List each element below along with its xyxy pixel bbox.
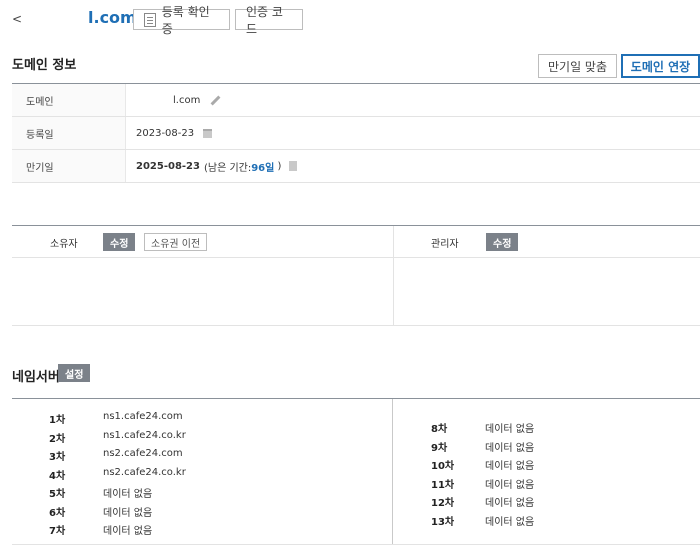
trash-icon[interactable] [289, 161, 298, 171]
back-button[interactable]: < [12, 12, 22, 26]
owner-edit-label: 수정 [110, 238, 129, 250]
registration-date-value: 2023-08-23 [136, 127, 195, 139]
contacts-table: 소유자 수정 소유권 이전 관리자 수정 [12, 225, 700, 326]
contacts-bottom-border [12, 325, 700, 326]
domain-info-table: 도메인 l.com 등록일 2023-08-23 만기일 2025-08-23 … [12, 83, 700, 183]
nameserver-value: ns1.cafe24.com [103, 411, 183, 422]
registration-date-row: 등록일 2023-08-23 [12, 117, 700, 150]
auth-code-button[interactable]: 인증 코드 [235, 5, 303, 36]
nameserver-row: 4차 ns2.cafe24.co.kr [49, 467, 186, 482]
domain-title: l.com [88, 8, 137, 27]
remaining-suffix: ) [277, 160, 282, 172]
nameserver-row: 13차 데이터 없음 [431, 513, 534, 528]
domain-value: l.com [173, 94, 201, 106]
expiry-date-label: 만기일 [12, 150, 126, 182]
nameserver-row: 9차 데이터 없음 [431, 439, 534, 454]
nameserver-table: 1차 ns1.cafe24.com 2차 ns1.cafe24.co.kr 3차 ns2.… [12, 398, 700, 545]
expiry-date-row: 만기일 2025-08-23 (남은 기간: 96일 ) [12, 150, 700, 183]
nameserver-row: 1차 ns1.cafe24.com [49, 411, 183, 426]
nameserver-setting-button[interactable]: 설정 [58, 364, 91, 382]
domain-label: 도메인 [12, 84, 126, 116]
registration-certificate-label: 등록 확인증 [161, 4, 210, 36]
auth-code-label: 인증 코드 [246, 4, 283, 36]
domain-row: 도메인 l.com [12, 84, 700, 117]
calendar-icon [203, 128, 213, 138]
nameserver-row: 3차 ns2.cafe24.com [49, 448, 183, 463]
nameserver-row: 5차 데이터 없음 [49, 485, 152, 500]
nameserver-setting-label: 설정 [65, 369, 84, 381]
nameserver-value: 데이터 없음 [103, 489, 153, 500]
owner-label: 소유자 [50, 239, 78, 250]
match-expiry-button[interactable]: 만기일 맞춤 [538, 54, 617, 78]
owner-transfer-label: 소유권 이전 [151, 238, 201, 250]
expiry-date-value: 2025-08-23 [136, 160, 200, 172]
nameserver-order: 3차 [49, 452, 66, 463]
nameserver-order: 7차 [49, 526, 66, 537]
nameserver-value: 데이터 없음 [485, 479, 535, 491]
nameserver-order: 6차 [49, 507, 66, 519]
owner-transfer-button[interactable]: 소유권 이전 [144, 233, 208, 251]
nameserver-row: 12차 데이터 없음 [431, 494, 534, 509]
nameserver-order: 11차 [431, 479, 455, 491]
nameserver-divider [392, 399, 393, 544]
nameserver-order: 2차 [49, 433, 66, 445]
document-icon [144, 12, 156, 27]
nameserver-row: 7차 데이터 없음 [49, 522, 152, 537]
extend-domain-label: 도메인 연장 [630, 59, 691, 74]
nameserver-value: 데이터 없음 [485, 424, 535, 435]
nameserver-value: ns2.cafe24.co.kr [103, 466, 186, 478]
nameserver-order: 10차 [431, 461, 455, 472]
nameserver-value: 데이터 없음 [103, 526, 153, 537]
nameserver-value: ns2.cafe24.com [103, 448, 183, 459]
domain-info-title: 도메인 정보 [12, 58, 77, 73]
nameserver-title: 네임서버 [12, 370, 60, 385]
admin-label: 관리자 [431, 239, 459, 250]
nameserver-order: 12차 [431, 498, 455, 509]
nameserver-value: 데이터 없음 [485, 461, 535, 472]
nameserver-value: 데이터 없음 [103, 507, 153, 519]
nameserver-row: 8차 데이터 없음 [431, 420, 534, 435]
nameserver-order: 9차 [431, 442, 448, 454]
pencil-icon[interactable] [210, 95, 221, 105]
contacts-header: 소유자 수정 소유권 이전 관리자 수정 [12, 226, 700, 258]
nameserver-value: ns1.cafe24.co.kr [103, 429, 186, 441]
nameserver-order: 5차 [49, 489, 66, 500]
registration-date-label: 등록일 [12, 117, 126, 149]
nameserver-row: 10차 데이터 없음 [431, 457, 534, 472]
admin-edit-label: 수정 [493, 238, 512, 250]
nameserver-row: 6차 데이터 없음 [49, 504, 152, 519]
admin-edit-button[interactable]: 수정 [486, 233, 519, 251]
nameserver-order: 13차 [431, 516, 455, 528]
nameserver-order: 8차 [431, 424, 448, 435]
header-bar: < l.com 등록 확인증 인증 코드 [0, 0, 700, 40]
nameserver-order: 4차 [49, 470, 66, 482]
extend-domain-button[interactable]: 도메인 연장 [621, 54, 700, 78]
owner-edit-button[interactable]: 수정 [103, 233, 136, 251]
remaining-days: 96일 [251, 162, 275, 174]
nameserver-row: 11차 데이터 없음 [431, 476, 534, 491]
registration-certificate-button[interactable]: 등록 확인증 [133, 5, 230, 36]
match-expiry-label: 만기일 맞춤 [547, 59, 607, 74]
nameserver-value: 데이터 없음 [485, 498, 535, 509]
nameserver-order: 1차 [49, 415, 66, 426]
nameserver-value: 데이터 없음 [485, 442, 535, 454]
nameserver-value: 데이터 없음 [485, 516, 535, 528]
contacts-divider [393, 226, 394, 326]
remaining-prefix: (남은 기간: [203, 162, 252, 174]
nameserver-row: 2차 ns1.cafe24.co.kr [49, 430, 186, 445]
